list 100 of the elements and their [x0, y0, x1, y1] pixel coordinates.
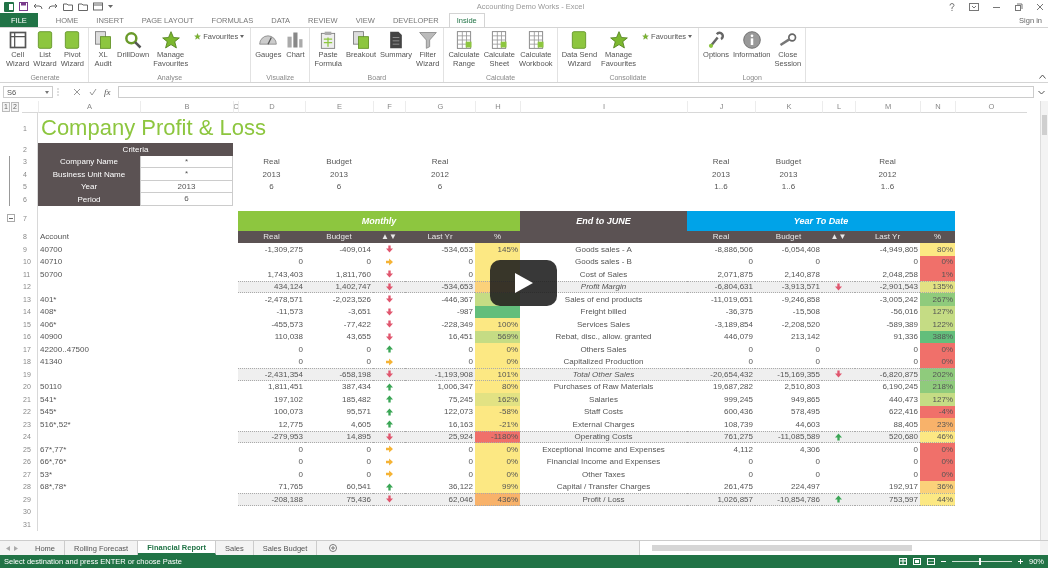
magnifier-icon — [123, 30, 144, 50]
insert-function-button[interactable]: fx — [101, 87, 114, 97]
criteria-value[interactable]: * — [140, 155, 233, 168]
table-cell-text: Cost of Sales — [578, 268, 629, 281]
minus-icon — [9, 217, 13, 219]
table-cell-text: -1,309,275 — [263, 243, 304, 256]
year-label: 2013 — [261, 168, 282, 181]
vertical-scrollbar[interactable] — [1040, 101, 1048, 540]
restore-icon[interactable] — [1014, 2, 1023, 11]
table-cell-text: 0 — [747, 256, 754, 268]
table-cell-text: 0 — [365, 456, 372, 468]
save-icon[interactable] — [19, 2, 28, 11]
table-cell-text: -589,389 — [885, 318, 919, 331]
star-icon — [194, 33, 202, 40]
table-cell-text: 0 — [814, 343, 821, 356]
table-cell: 761,275 — [687, 430, 755, 443]
year-label: 2013 — [711, 168, 731, 181]
column-caption: Real — [711, 156, 731, 168]
table-cell-text: 50110 — [39, 381, 63, 393]
undo-icon[interactable] — [33, 2, 43, 11]
table-cell-text: 95,571 — [345, 406, 372, 418]
close-icon[interactable] — [1036, 2, 1044, 11]
bar-chart-icon — [285, 30, 306, 50]
table-cell-text: -56,016 — [889, 306, 919, 318]
table-cell-text: 91,336 — [892, 331, 919, 343]
period-label: 1..6 — [879, 181, 896, 193]
page-layout-icon[interactable] — [913, 558, 921, 565]
help-icon[interactable] — [948, 2, 956, 11]
table-cell-text: 16,163 — [447, 418, 474, 431]
criteria-value[interactable]: 2013 — [140, 180, 233, 193]
table-cell-text: 75,245 — [447, 393, 474, 406]
ribbon-display-icon[interactable] — [969, 2, 979, 11]
table-cell-text: 0 — [912, 443, 919, 456]
table-cell-text: 40700 — [39, 243, 64, 256]
column-caption: Real — [430, 156, 450, 168]
heatmap-cell: 202% — [920, 368, 955, 381]
table-cell-text: -2,208,520 — [780, 318, 821, 331]
heatmap-cell: 145% — [475, 243, 520, 256]
collapse-ribbon-icon[interactable] — [1039, 74, 1046, 79]
table-cell-text: Rebat, disc., allow. granted — [554, 331, 653, 343]
table-cell-text: -987 — [456, 306, 474, 318]
criteria-value[interactable]: * — [140, 168, 233, 181]
heatmap-cell: 267% — [920, 293, 955, 306]
table-cell-text: 578,495 — [790, 406, 821, 418]
collapse-button[interactable] — [7, 214, 15, 222]
table-cell-text: 110,038 — [273, 331, 304, 343]
table-cell-text: -409,014 — [338, 243, 372, 256]
table-cell-text: 401* — [39, 293, 58, 306]
table-cell-text: 122,073 — [443, 406, 474, 418]
sheets-icon — [93, 30, 114, 50]
heatmap-cell: 162% — [475, 393, 520, 406]
criteria-value[interactable]: 6 — [140, 193, 233, 206]
wrench-icon — [706, 30, 727, 50]
table-cell-text: 213,142 — [790, 331, 821, 343]
play-icon — [514, 273, 533, 293]
table-cell-text: 43,655 — [345, 331, 372, 343]
heatmap-cell: 23% — [920, 418, 955, 431]
table-cell-text: Others Sales — [579, 343, 628, 356]
table-cell-text: Capitalized Production — [562, 356, 645, 368]
period-label: 1..6 — [713, 181, 729, 193]
zoom-in-icon[interactable] — [1018, 559, 1023, 564]
table-cell-text: Salaries — [588, 393, 619, 406]
table-cell-text: -4,949,805 — [878, 243, 919, 256]
table-cell-text: 0 — [814, 456, 821, 468]
window-icon[interactable] — [93, 2, 103, 11]
table-cell-text: 2,510,803 — [783, 381, 821, 393]
check-icon[interactable] — [89, 88, 97, 96]
page-break-icon[interactable] — [927, 558, 935, 565]
table-cell-text: -6,054,408 — [780, 243, 821, 256]
table-cell: -3,913,571 — [755, 280, 822, 293]
column-caption: Real — [878, 156, 897, 168]
caret-icon[interactable] — [108, 4, 113, 9]
table-cell-text: -11,019,651 — [709, 293, 754, 306]
normal-view-icon[interactable] — [899, 558, 907, 565]
table-cell-text: Purchases of Raw Materials — [552, 381, 655, 393]
table-cell-text: -8,886,506 — [713, 243, 754, 256]
table-cell-text: 0 — [747, 343, 754, 356]
expand-icon[interactable] — [1038, 89, 1045, 95]
play-button[interactable] — [490, 260, 557, 306]
table-cell-text: 0 — [747, 456, 754, 468]
frame-icon — [7, 30, 28, 50]
table-cell-text: -2,023,526 — [331, 293, 372, 306]
table-cell-text: 387,434 — [341, 381, 372, 393]
table-cell-text: 2,071,875 — [716, 268, 754, 281]
table-cell-text: 4,605 — [349, 418, 372, 431]
formula-field[interactable] — [117, 86, 1034, 98]
table-cell-text: 0 — [467, 356, 474, 368]
table-cell-text: 88,405 — [892, 418, 919, 431]
table-cell-text: 42200..47500 — [39, 343, 90, 356]
table-cell-text: -36,375 — [724, 306, 754, 318]
table-cell-text: 4,306 — [798, 443, 821, 456]
star-icon — [608, 30, 629, 50]
add-sheet-icon[interactable] — [329, 544, 338, 552]
table-cell-text: 1,811,451 — [267, 381, 304, 393]
table-cell-text: 0 — [365, 468, 372, 481]
table-cell: -15,169,355 — [755, 368, 822, 381]
cancel-icon[interactable] — [73, 88, 81, 96]
horizontal-scrollbar[interactable] — [639, 541, 1040, 555]
redo-icon[interactable] — [48, 2, 58, 11]
heatmap-cell: 0% — [920, 468, 955, 481]
